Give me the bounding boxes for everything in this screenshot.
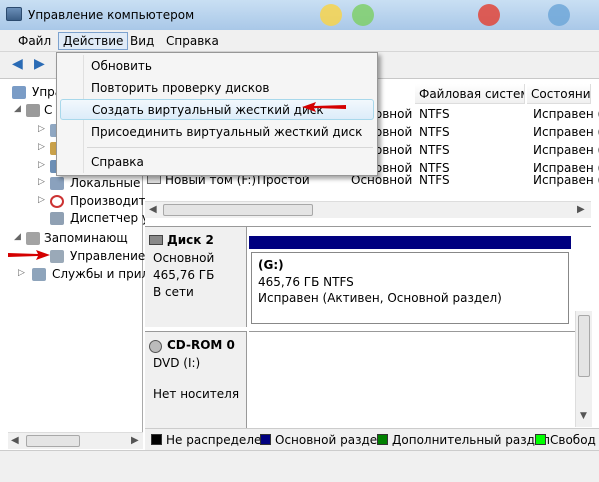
volume-list-horizontal-scrollbar[interactable]: ◀ ▶ bbox=[145, 201, 591, 218]
disk-graphical-view: Диск 2 Основной 465,76 ГБ В сети (G:) 46… bbox=[145, 226, 591, 429]
title-bar: Управление компьютером bbox=[0, 0, 599, 30]
expand-icon[interactable]: ▷ bbox=[38, 124, 47, 134]
collapse-icon[interactable]: ◢ bbox=[14, 104, 23, 114]
cdrom-empty-area bbox=[249, 331, 575, 429]
legend-swatch-free bbox=[535, 434, 546, 445]
action-menu-dropdown: Обновить Повторить проверку дисков Созда… bbox=[56, 52, 378, 176]
partition-g[interactable]: (G:) 465,76 ГБ NTFS Исправен (Активен, О… bbox=[251, 252, 569, 324]
computer-management-icon bbox=[6, 7, 22, 21]
forward-arrow-icon[interactable]: ▶ bbox=[34, 57, 45, 71]
menu-view[interactable]: Вид bbox=[126, 33, 158, 49]
legend: Не распределен Основной раздел Дополните… bbox=[145, 428, 599, 450]
tree-item-label: Локальные bbox=[70, 176, 141, 190]
taskbar-icon bbox=[320, 4, 342, 26]
expand-icon[interactable]: ▷ bbox=[38, 142, 47, 152]
annotation-arrow-icon bbox=[8, 250, 50, 260]
disk-vertical-scrollbar[interactable]: ▼ bbox=[575, 311, 592, 427]
users-icon bbox=[50, 177, 64, 190]
menu-item-attach-vhd[interactable]: Присоединить виртуальный жесткий диск bbox=[60, 122, 374, 143]
annotation-arrow-icon bbox=[302, 102, 346, 112]
partition-size-fs: 465,76 ГБ NTFS bbox=[258, 275, 354, 289]
taskbar-icon bbox=[548, 4, 570, 26]
volume-fs: NTFS bbox=[419, 125, 450, 139]
disk-name: Диск 2 bbox=[167, 233, 214, 247]
status-bar bbox=[0, 450, 599, 482]
menu-bar: Файл Действие Вид Справка bbox=[0, 30, 599, 52]
volume-status: Исправен ( bbox=[533, 107, 599, 121]
drive-letter: DVD (I:) bbox=[153, 356, 201, 370]
tree-item-label: Запоминающ bbox=[44, 231, 128, 245]
expand-icon[interactable]: ▷ bbox=[38, 177, 47, 187]
column-header-filesystem[interactable]: Файловая система bbox=[415, 84, 525, 104]
legend-label: Не распределен bbox=[166, 433, 270, 447]
legend-label: Свобод bbox=[550, 433, 596, 447]
partition-status: Исправен (Активен, Основной раздел) bbox=[258, 291, 502, 305]
disk-type: Основной bbox=[153, 251, 215, 265]
tree-item-label: Управление bbox=[70, 249, 146, 263]
scroll-right-icon[interactable]: ▶ bbox=[131, 435, 139, 446]
computer-icon bbox=[12, 86, 26, 99]
menu-separator bbox=[87, 147, 373, 148]
disk-size: 465,76 ГБ bbox=[153, 268, 215, 282]
legend-label: Основной раздел bbox=[275, 433, 385, 447]
scroll-left-icon[interactable]: ◀ bbox=[11, 435, 19, 446]
tree-horizontal-scrollbar[interactable]: ◀ ▶ bbox=[8, 432, 143, 449]
column-header-status[interactable]: Состояние bbox=[527, 84, 591, 104]
volume-fs: NTFS bbox=[419, 173, 450, 187]
primary-partition-bar bbox=[249, 236, 571, 249]
menu-item-refresh[interactable]: Обновить bbox=[60, 56, 374, 77]
media-state: Нет носителя bbox=[153, 387, 240, 401]
disk-icon bbox=[149, 235, 163, 245]
device-manager-icon bbox=[50, 212, 64, 225]
disk-name: CD-ROM 0 bbox=[167, 338, 235, 352]
legend-swatch-extended bbox=[377, 434, 388, 445]
legend-label: Дополнительный раздел bbox=[392, 433, 550, 447]
scroll-thumb[interactable] bbox=[163, 204, 313, 216]
scroll-thumb[interactable] bbox=[578, 315, 590, 377]
scroll-down-icon[interactable]: ▼ bbox=[580, 411, 587, 421]
disk-info-disk2[interactable]: Диск 2 Основной 465,76 ГБ В сети bbox=[145, 227, 247, 327]
disk-state: В сети bbox=[153, 285, 194, 299]
storage-icon bbox=[26, 232, 40, 245]
window-title: Управление компьютером bbox=[28, 8, 195, 22]
disk-management-icon bbox=[50, 250, 64, 263]
menu-action[interactable]: Действие bbox=[58, 32, 129, 50]
expand-icon[interactable]: ▷ bbox=[38, 160, 47, 170]
volume-status: Исправен ( bbox=[533, 125, 599, 139]
taskbar-icon bbox=[478, 4, 500, 26]
tree-item-label: Службы и прил bbox=[52, 267, 150, 281]
performance-icon bbox=[50, 195, 64, 208]
volume-fs: NTFS bbox=[419, 143, 450, 157]
partition-label: (G:) bbox=[258, 258, 284, 272]
services-icon bbox=[32, 268, 46, 281]
menu-file[interactable]: Файл bbox=[14, 33, 55, 49]
expand-icon[interactable]: ▷ bbox=[38, 195, 47, 205]
scroll-right-icon[interactable]: ▶ bbox=[577, 204, 585, 215]
menu-item-rescan-disks[interactable]: Повторить проверку дисков bbox=[60, 78, 374, 99]
menu-help[interactable]: Справка bbox=[162, 33, 223, 49]
legend-swatch-primary bbox=[260, 434, 271, 445]
scroll-left-icon[interactable]: ◀ bbox=[149, 204, 157, 215]
volume-fs: NTFS bbox=[419, 107, 450, 121]
cdrom-icon bbox=[149, 340, 162, 353]
collapse-icon[interactable]: ◢ bbox=[14, 232, 23, 242]
disk-info-cdrom[interactable]: CD-ROM 0 DVD (I:) Нет носителя bbox=[145, 331, 247, 429]
legend-swatch-unallocated bbox=[151, 434, 162, 445]
volume-status: Исправен ( bbox=[533, 173, 599, 187]
back-arrow-icon[interactable]: ◀ bbox=[12, 57, 23, 71]
expand-icon[interactable]: ▷ bbox=[18, 268, 27, 278]
tree-item-label: Производит bbox=[70, 194, 146, 208]
tree-item-label: Диспетчер у bbox=[70, 211, 149, 225]
taskbar-icon bbox=[352, 4, 374, 26]
menu-item-help[interactable]: Справка bbox=[60, 152, 374, 173]
tree-item-label: С bbox=[44, 103, 53, 117]
tools-icon bbox=[26, 104, 40, 117]
volume-status: Исправен ( bbox=[533, 143, 599, 157]
scroll-thumb[interactable] bbox=[26, 435, 80, 447]
